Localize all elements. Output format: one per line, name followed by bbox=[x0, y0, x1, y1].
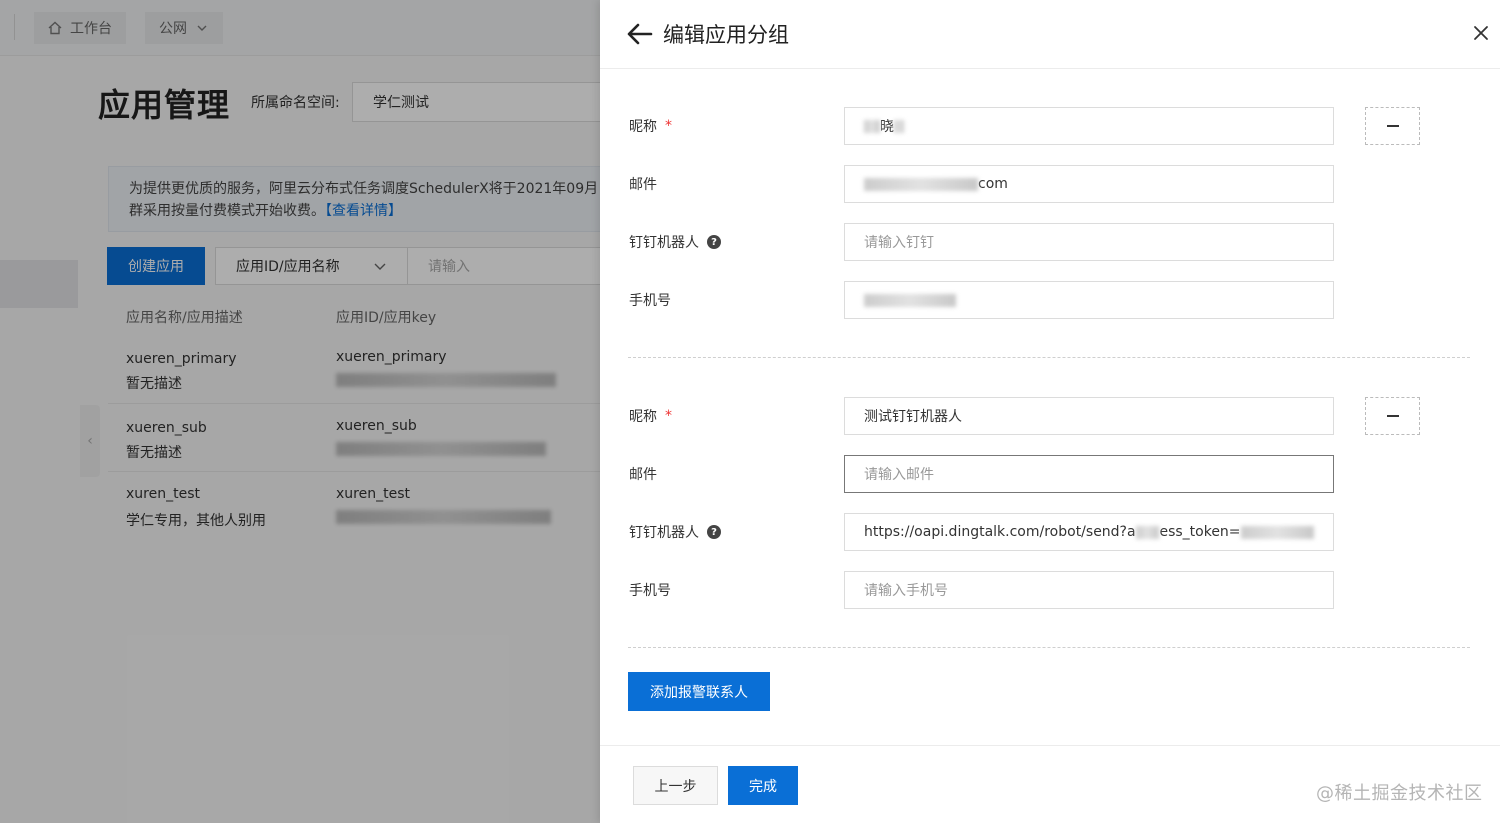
help-icon[interactable]: ? bbox=[707, 235, 721, 249]
blurred-text bbox=[864, 293, 956, 307]
nickname-label-text: 昵称 bbox=[629, 119, 657, 135]
arrow-left-icon[interactable] bbox=[626, 20, 654, 48]
add-alert-contact-button[interactable]: 添加报警联系人 bbox=[628, 672, 770, 711]
help-icon[interactable]: ? bbox=[707, 525, 721, 539]
email-label: 邮件 bbox=[629, 165, 657, 203]
blurred-text bbox=[864, 119, 880, 133]
required-mark: * bbox=[665, 408, 672, 424]
phone-label: 手机号 bbox=[629, 281, 671, 319]
close-icon[interactable] bbox=[1470, 22, 1492, 44]
dingtalk-robot-label-text: 钉钉机器人 bbox=[629, 235, 699, 251]
modal-overlay[interactable] bbox=[0, 0, 600, 823]
nickname-label: 昵称 * bbox=[629, 107, 672, 145]
nickname-input[interactable]: 测试钉钉机器人 bbox=[844, 397, 1334, 435]
blurred-text bbox=[1135, 525, 1160, 539]
phone-placeholder: 请输入手机号 bbox=[864, 583, 948, 599]
email-input[interactable]: com bbox=[844, 165, 1334, 203]
dingtalk-robot-label: 钉钉机器人? bbox=[629, 513, 721, 551]
done-button[interactable]: 完成 bbox=[728, 766, 798, 805]
email-label-text: 邮件 bbox=[629, 177, 657, 193]
remove-contact-button[interactable] bbox=[1365, 107, 1420, 145]
nickname-input[interactable]: 晓 bbox=[844, 107, 1334, 145]
section-divider bbox=[628, 357, 1470, 358]
phone-input[interactable]: 请输入手机号 bbox=[844, 571, 1334, 609]
watermark: @稀土掘金技术社区 bbox=[1316, 783, 1483, 804]
nickname-label: 昵称 * bbox=[629, 397, 672, 435]
nickname-value: 晓 bbox=[880, 119, 894, 135]
blurred-text bbox=[864, 177, 978, 191]
email-label-text: 邮件 bbox=[629, 467, 657, 483]
email-label: 邮件 bbox=[629, 455, 657, 493]
phone-label-text: 手机号 bbox=[629, 293, 671, 309]
blurred-text bbox=[894, 119, 904, 133]
dingtalk-url-value: https://oapi.dingtalk.com/robot/send?a bbox=[864, 524, 1136, 540]
required-mark: * bbox=[665, 118, 672, 134]
prev-step-button[interactable]: 上一步 bbox=[633, 766, 718, 805]
email-input[interactable]: 请输入邮件 bbox=[844, 455, 1334, 493]
section-divider bbox=[628, 647, 1470, 648]
edit-app-group-drawer: 编辑应用分组 昵称 * 晓 邮件 com 钉钉机器人? 请输入钉钉 手机号 昵称 *… bbox=[600, 0, 1500, 823]
phone-label: 手机号 bbox=[629, 571, 671, 609]
phone-input[interactable] bbox=[844, 281, 1334, 319]
drawer-header: 编辑应用分组 bbox=[600, 0, 1500, 69]
nickname-label-text: 昵称 bbox=[629, 409, 657, 425]
drawer-footer: 上一步 完成 @稀土掘金技术社区 bbox=[600, 745, 1500, 823]
dingtalk-robot-placeholder: 请输入钉钉 bbox=[864, 235, 934, 251]
nickname-value: 测试钉钉机器人 bbox=[864, 409, 962, 425]
phone-label-text: 手机号 bbox=[629, 583, 671, 599]
minus-icon bbox=[1386, 125, 1399, 127]
minus-icon bbox=[1386, 415, 1399, 417]
dingtalk-robot-label: 钉钉机器人? bbox=[629, 223, 721, 261]
drawer-title: 编辑应用分组 bbox=[663, 23, 789, 47]
remove-contact-button[interactable] bbox=[1365, 397, 1420, 435]
email-value: com bbox=[978, 176, 1008, 192]
blurred-text bbox=[1240, 525, 1314, 539]
dingtalk-robot-input[interactable]: https://oapi.dingtalk.com/robot/send?a es… bbox=[844, 513, 1334, 551]
email-placeholder: 请输入邮件 bbox=[864, 467, 934, 483]
dingtalk-robot-input[interactable]: 请输入钉钉 bbox=[844, 223, 1334, 261]
dingtalk-robot-label-text: 钉钉机器人 bbox=[629, 525, 699, 541]
dingtalk-url-tail: ess_token= bbox=[1159, 524, 1241, 540]
